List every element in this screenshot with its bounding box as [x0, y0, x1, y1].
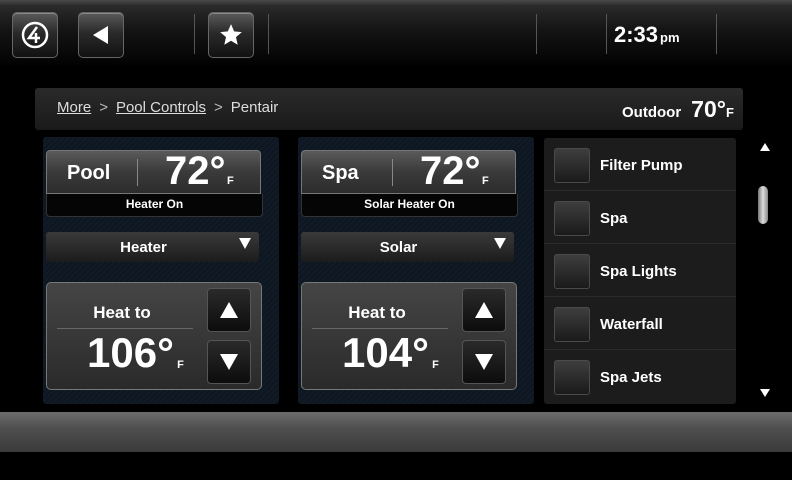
- header-divider: [137, 159, 138, 186]
- clock-time: 2:33: [614, 22, 659, 47]
- outdoor-label: Outdoor: [622, 104, 682, 121]
- spa-setpoint-up-button[interactable]: [462, 288, 506, 332]
- back-button[interactable]: [78, 12, 124, 58]
- list-item-label: Spa Jets: [600, 369, 662, 386]
- spa-temp-unit: F: [482, 175, 489, 187]
- list-item-label: Waterfall: [600, 316, 663, 333]
- back-arrow-icon: [93, 26, 108, 44]
- pool-setpoint-up-button[interactable]: [207, 288, 251, 332]
- star-icon: [220, 24, 242, 45]
- footer: [0, 452, 792, 480]
- pool-mode-dropdown[interactable]: Heater: [46, 232, 259, 262]
- arrow-down-icon: [220, 354, 238, 370]
- top-bar: 2:33 pm: [0, 0, 792, 68]
- spa-header: Spa 72° F: [301, 149, 516, 194]
- scroll-down-icon[interactable]: [759, 388, 771, 398]
- pool-name: Pool: [67, 162, 111, 184]
- breadcrumb-link-pool-controls[interactable]: Pool Controls: [116, 99, 206, 116]
- list-item-spa-lights[interactable]: Spa Lights: [544, 244, 736, 297]
- pool-setpoint-value: 106°: [87, 329, 174, 376]
- list-item-waterfall[interactable]: Waterfall: [544, 297, 736, 350]
- list-item-filter-pump[interactable]: Filter Pump: [544, 138, 736, 191]
- spa-mode-value: Solar: [379, 239, 418, 256]
- bottom-bar: [0, 412, 792, 452]
- spa-setpoint-unit: F: [432, 359, 439, 371]
- arrow-up-icon: [475, 302, 493, 318]
- scrollbar-thumb[interactable]: [758, 186, 768, 224]
- spa-status: Solar Heater On: [301, 194, 518, 217]
- spa-setpoint-value: 104°: [342, 329, 429, 376]
- toggle-indicator: [554, 360, 590, 395]
- spa-mode-dropdown[interactable]: Solar: [301, 232, 514, 262]
- pool-setpoint-unit: F: [177, 359, 184, 371]
- toolbar-divider: [268, 14, 269, 54]
- pool-panel: Pool 72° F Heater On Heater Heat to 106° F: [43, 137, 279, 404]
- crestron-logo-icon: [21, 21, 49, 49]
- toolbar-divider: [536, 14, 537, 54]
- spa-panel: Spa 72° F Solar Heater On Solar Heat to 1…: [298, 137, 534, 404]
- clock: 2:33 pm: [614, 22, 714, 50]
- favorites-button[interactable]: [208, 12, 254, 58]
- toolbar-divider: [716, 14, 717, 54]
- outdoor-value: 70°: [691, 96, 726, 122]
- list-item-label: Filter Pump: [600, 157, 683, 174]
- pool-temp-unit: F: [227, 175, 234, 187]
- breadcrumb-separator: >: [99, 99, 108, 116]
- clock-ampm: pm: [660, 30, 680, 45]
- aux-device-list: Filter Pump Spa Spa Lights Waterfall Spa…: [544, 138, 736, 404]
- toggle-indicator: [554, 307, 590, 342]
- pool-setpoint-down-button[interactable]: [207, 340, 251, 384]
- list-item-spa[interactable]: Spa: [544, 191, 736, 244]
- scrollbar[interactable]: [757, 138, 773, 404]
- toolbar-divider: [194, 14, 195, 54]
- spa-name: Spa: [322, 162, 359, 184]
- spa-temp-value: 72°: [420, 149, 481, 193]
- spa-setpoint-control: Heat to 104° F: [301, 282, 517, 390]
- header-divider: [392, 159, 393, 186]
- pool-header: Pool 72° F: [46, 149, 261, 194]
- toggle-indicator: [554, 148, 590, 183]
- home-logo-button[interactable]: [12, 12, 58, 58]
- breadcrumb-current: Pentair: [230, 99, 279, 116]
- chevron-down-icon: [239, 238, 251, 249]
- spa-setpoint: 104° F: [342, 329, 439, 377]
- spa-heat-label: Heat to: [348, 303, 406, 322]
- breadcrumb-separator: >: [214, 99, 223, 116]
- outdoor-unit: F: [725, 105, 734, 120]
- spa-setpoint-down-button[interactable]: [462, 340, 506, 384]
- scroll-up-icon[interactable]: [759, 142, 771, 152]
- list-item-label: Spa Lights: [600, 263, 677, 280]
- toggle-indicator: [554, 254, 590, 289]
- toggle-indicator: [554, 201, 590, 236]
- pool-temperature: 72° F: [165, 149, 234, 194]
- list-item-spa-jets[interactable]: Spa Jets: [544, 350, 736, 402]
- chevron-down-icon: [494, 238, 506, 249]
- spa-temperature: 72° F: [420, 149, 489, 194]
- pool-heat-label: Heat to: [93, 303, 151, 322]
- pool-mode-value: Heater: [120, 239, 167, 256]
- pool-temp-value: 72°: [165, 149, 226, 193]
- pool-setpoint: 106° F: [87, 329, 184, 377]
- list-item-label: Spa: [600, 210, 628, 227]
- pool-setpoint-control: Heat to 106° F: [46, 282, 262, 390]
- arrow-down-icon: [475, 354, 493, 370]
- arrow-up-icon: [220, 302, 238, 318]
- breadcrumb: More > Pool Controls > Pentair: [57, 99, 278, 116]
- outdoor-temperature: Outdoor 70°F: [622, 96, 734, 123]
- toolbar-divider: [606, 14, 607, 54]
- pool-status: Heater On: [46, 194, 263, 217]
- breadcrumb-link-more[interactable]: More: [57, 99, 91, 116]
